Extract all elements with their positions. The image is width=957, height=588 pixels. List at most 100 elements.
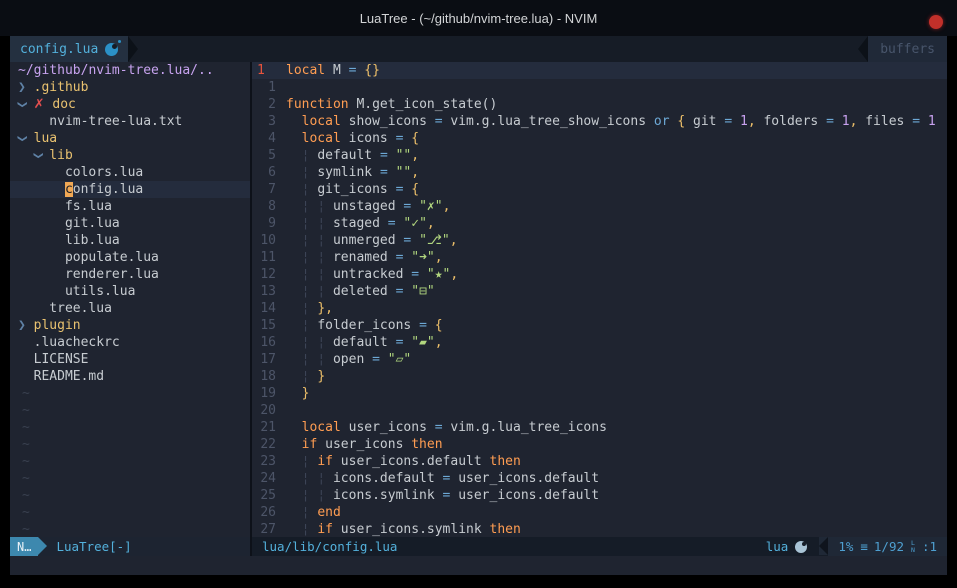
chevron-open-icon: ❯ [29,152,46,160]
window-titlebar: LuaTree - (~/github/nvim-tree.lua) - NVI… [0,0,957,36]
code-line[interactable]: 3 local show_icons = vim.g.lua_tree_show… [252,113,947,130]
code-text: ¦ ¦ unstaged = "✗", [286,198,450,215]
tree-item-label: colors.lua [65,165,143,180]
tree-item-config.lua[interactable]: config.lua [10,181,250,198]
file-path: lua/lib/config.lua [252,537,397,556]
buffers-label[interactable]: buffers [868,36,947,62]
command-line[interactable] [10,556,947,575]
powerline-arrow-icon [858,36,868,62]
tree-root[interactable]: ~/github/nvim-tree.lua/.. [10,62,250,79]
code-text: ¦ ¦ deleted = "⊟" [286,283,435,300]
tree-item-renderer.lua[interactable]: renderer.lua [10,266,250,283]
code-line[interactable]: 17 ¦ ¦ open = "▱" [252,351,947,368]
line-number: 26 [252,504,286,521]
lua-icon [105,43,118,56]
code-line[interactable]: 6 ¦ symlink = "", [252,164,947,181]
tree-item-lib.lua[interactable]: lib.lua [10,232,250,249]
tree-item-label: lib.lua [65,233,120,248]
code-text: if user_icons then [286,436,443,453]
code-text: ¦ ¦ unmerged = "⎇", [286,232,458,249]
line-number: 16 [252,334,286,351]
line-number: 22 [252,436,286,453]
line-number: 8 [252,198,286,215]
code-line[interactable]: 27 ¦ if user_icons.symlink then [252,521,947,537]
tree-item-.luacheckrc[interactable]: .luacheckrc [10,334,250,351]
code-line[interactable]: 16 ¦ ¦ default = "▰", [252,334,947,351]
code-text: ¦ if user_icons.default then [286,453,521,470]
code-line[interactable]: 9 ¦ ¦ staged = "✓", [252,215,947,232]
code-line[interactable]: 10 ¦ ¦ unmerged = "⎇", [252,232,947,249]
line-number-icon: LN [911,540,915,553]
file-tree: ~/github/nvim-tree.lua/..❯ .github❯ ✗ do… [10,62,250,537]
tree-item-fs.lua[interactable]: fs.lua [10,198,250,215]
code-line[interactable]: 5 ¦ default = "", [252,147,947,164]
tab-config-lua[interactable]: config.lua [10,36,128,62]
chevron-open-icon: ❯ [13,101,30,109]
line-number: 7 [252,181,286,198]
tree-item-label: config.lua [65,182,143,197]
tree-item-label: populate.lua [65,250,159,265]
code-text: ¦ ¦ renamed = "➜", [286,249,443,266]
close-button[interactable] [929,15,943,29]
code-line[interactable]: 12 ¦ ¦ untracked = "★", [252,266,947,283]
tree-item-.github[interactable]: ❯ .github [10,79,250,96]
tree-item-label: fs.lua [65,199,112,214]
code-line[interactable]: 11 ¦ ¦ renamed = "➜", [252,249,947,266]
tree-item-label: .luacheckrc [34,335,120,350]
code-line[interactable]: 22 if user_icons then [252,436,947,453]
code-line[interactable]: 1local M = {} [252,62,947,79]
code-line[interactable]: 15 ¦ folder_icons = { [252,317,947,334]
code-text: local M = {} [286,62,380,79]
tree-item-plugin[interactable]: ❯ plugin [10,317,250,334]
scroll-percent: 1% [838,539,853,554]
tabline-fill [138,36,858,62]
tree-item-lib[interactable]: ❯ lib [10,147,250,164]
tree-item-colors.lua[interactable]: colors.lua [10,164,250,181]
line-number: 15 [252,317,286,334]
powerline-arrow-icon [128,36,138,62]
tree-item-label: LICENSE [34,352,89,367]
line-number: 2 [252,96,286,113]
tree-item-utils.lua[interactable]: utils.lua [10,283,250,300]
line-number: 20 [252,402,286,419]
code-line[interactable]: 24 ¦ ¦ icons.default = user_icons.defaul… [252,470,947,487]
tree-item-git.lua[interactable]: git.lua [10,215,250,232]
code-line[interactable]: 13 ¦ ¦ deleted = "⊟" [252,283,947,300]
code-line[interactable]: 21 local user_icons = vim.g.lua_tree_ico… [252,419,947,436]
line-number: 23 [252,453,286,470]
chevron-open-icon: ❯ [13,135,30,143]
code-line[interactable]: 26 ¦ end [252,504,947,521]
tree-item-nvim-tree-lua.txt[interactable]: nvim-tree-lua.txt [10,113,250,130]
code-line[interactable]: 18 ¦ } [252,368,947,385]
tree-item-populate.lua[interactable]: populate.lua [10,249,250,266]
code-line[interactable]: 7 ¦ git_icons = { [252,181,947,198]
code-line[interactable]: 25 ¦ ¦ icons.symlink = user_icons.defaul… [252,487,947,504]
tree-item-README.md[interactable]: README.md [10,368,250,385]
line-number: 18 [252,368,286,385]
code-text: ¦ symlink = "", [286,164,419,181]
tree-item-tree.lua[interactable]: tree.lua [10,300,250,317]
column-number: :1 [922,539,937,554]
powerline-arrow-icon [38,537,47,555]
code-line[interactable]: 19 } [252,385,947,402]
window-title: LuaTree - (~/github/nvim-tree.lua) - NVI… [360,11,598,26]
code-line[interactable]: 4 local icons = { [252,130,947,147]
code-text: ¦ ¦ icons.default = user_icons.default [286,470,599,487]
code-line[interactable]: 23 ¦ if user_icons.default then [252,453,947,470]
code-line[interactable]: 20 [252,402,947,419]
code-line[interactable]: 1 [252,79,947,96]
code-line[interactable]: 2function M.get_icon_state() [252,96,947,113]
line-number: 5 [252,147,286,164]
line-number: 27 [252,521,286,537]
editor-main: ~/github/nvim-tree.lua/..❯ .github❯ ✗ do… [10,62,947,537]
code-line[interactable]: 8 ¦ ¦ unstaged = "✗", [252,198,947,215]
line-number: 24 [252,470,286,487]
code-line[interactable]: 14 ¦ }, [252,300,947,317]
filetype-indicator: lua [766,537,820,556]
tree-item-label: lib [49,148,72,163]
tree-item-lua[interactable]: ❯ lua [10,130,250,147]
tree-item-doc[interactable]: ❯ ✗ doc [10,96,250,113]
tree-item-LICENSE[interactable]: LICENSE [10,351,250,368]
tree-item-label: README.md [34,369,104,384]
code-text: } [286,385,309,402]
